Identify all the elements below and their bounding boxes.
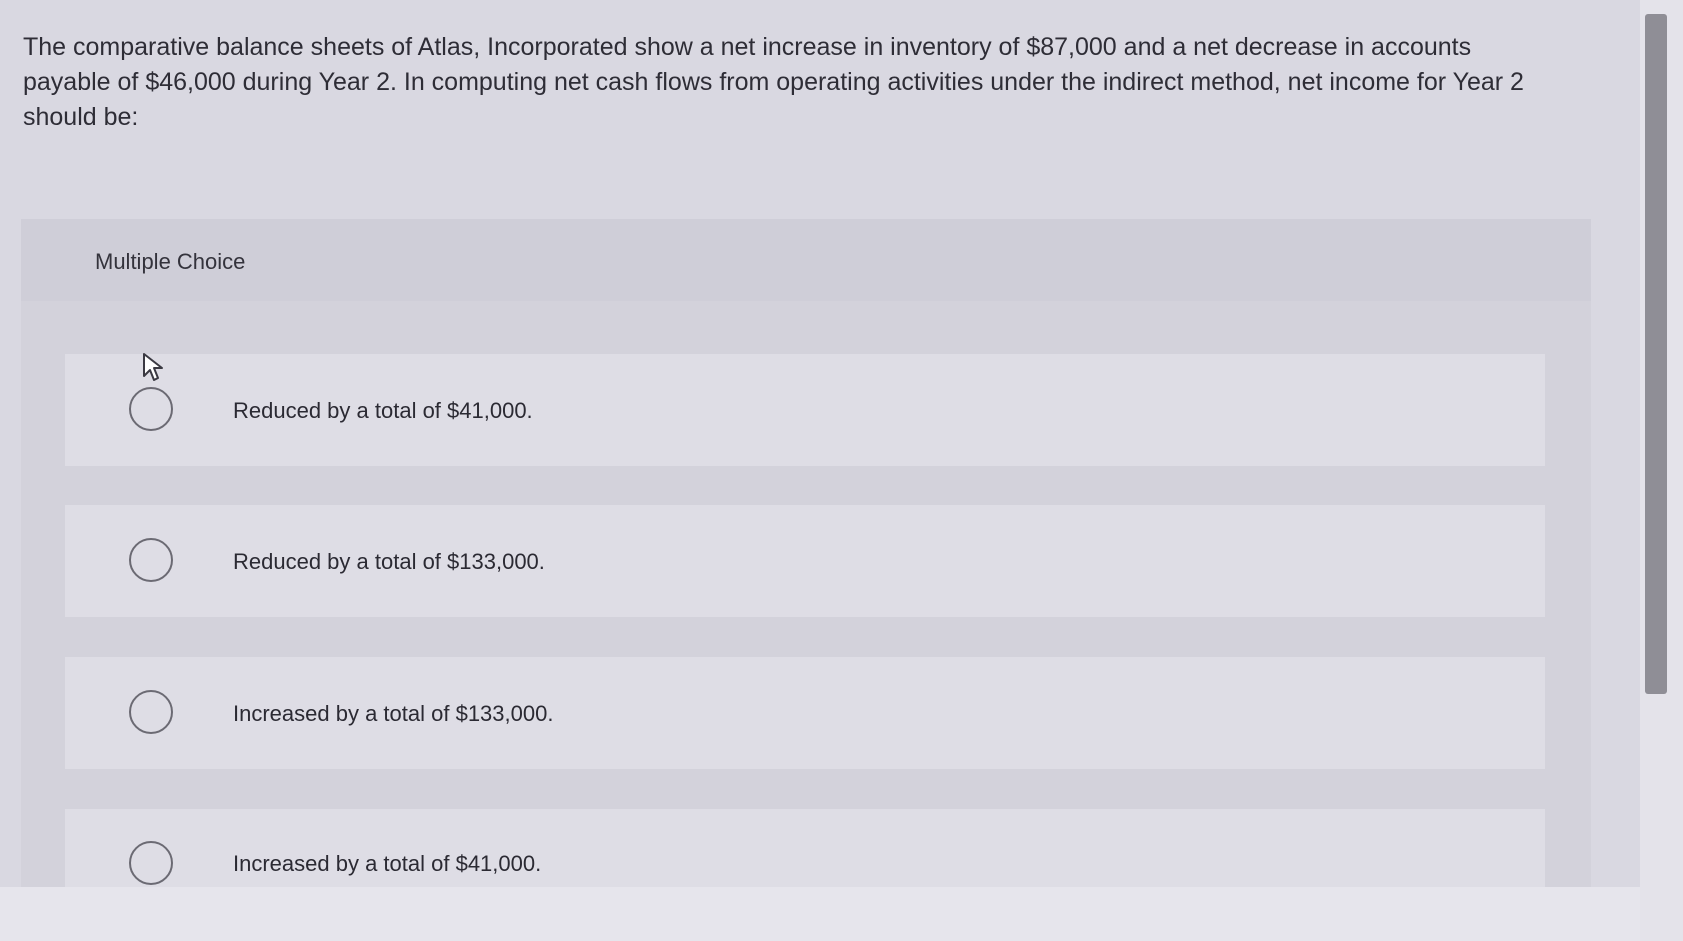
choice-option-2[interactable]: Reduced by a total of $133,000. — [65, 505, 1545, 617]
choice-label: Reduced by a total of $41,000. — [233, 398, 533, 423]
multiple-choice-panel: Multiple Choice Reduced by a total of $4… — [21, 219, 1591, 887]
multiple-choice-header: Multiple Choice — [21, 219, 1591, 301]
choice-option-3[interactable]: Increased by a total of $133,000. — [65, 657, 1545, 769]
radio-button[interactable] — [129, 387, 173, 431]
radio-button[interactable] — [129, 690, 173, 734]
question-text: The comparative balance sheets of Atlas,… — [23, 33, 1524, 131]
choice-option-4[interactable]: Increased by a total of $41,000. — [65, 809, 1545, 887]
choice-option-1[interactable]: Reduced by a total of $41,000. — [65, 354, 1545, 466]
bottom-strip — [0, 887, 1640, 941]
scrollbar-thumb[interactable] — [1645, 14, 1667, 694]
choice-label: Reduced by a total of $133,000. — [233, 549, 545, 574]
radio-button[interactable] — [129, 841, 173, 885]
choice-label: Increased by a total of $41,000. — [233, 851, 542, 876]
multiple-choice-title: Multiple Choice — [95, 249, 246, 274]
page: The comparative balance sheets of Atlas,… — [0, 0, 1640, 887]
choice-label: Increased by a total of $133,000. — [233, 701, 554, 726]
scrollbar-track[interactable] — [1640, 0, 1683, 941]
mouse-cursor-icon — [143, 353, 163, 381]
radio-button[interactable] — [129, 538, 173, 582]
